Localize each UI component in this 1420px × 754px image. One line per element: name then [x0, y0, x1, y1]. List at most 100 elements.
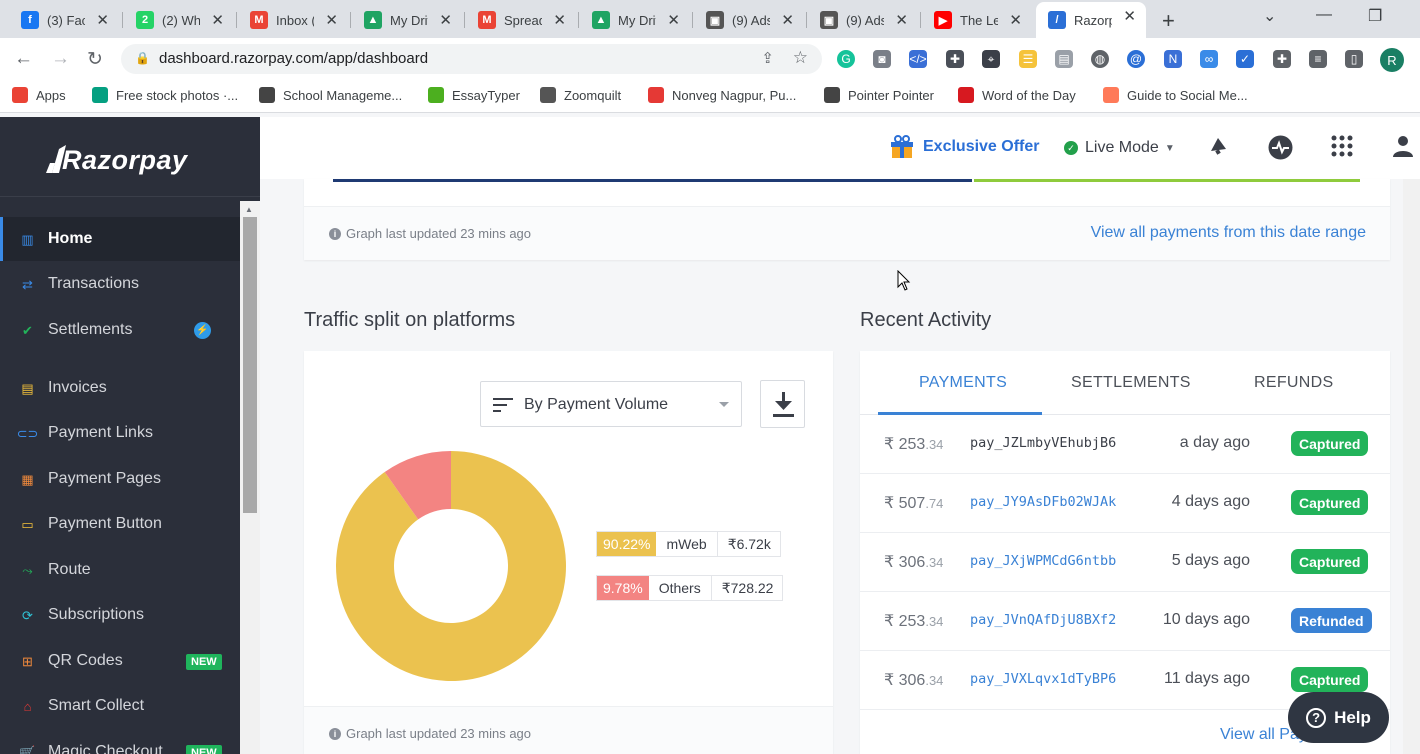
bookmark-item[interactable]: Nonveg Nagpur, Pu... — [648, 87, 796, 103]
announcement-icon[interactable] — [1208, 135, 1230, 163]
bookmark-item[interactable]: Word of the Day — [958, 87, 1076, 103]
close-tab-icon[interactable]: ✕ — [325, 11, 338, 29]
address-bar[interactable]: 🔒 dashboard.razorpay.com/app/dashboard ⇪… — [121, 44, 822, 74]
page-extension-icon[interactable]: ▤ — [1055, 50, 1073, 68]
tab-payments[interactable]: PAYMENTS — [919, 374, 1007, 392]
close-tab-icon[interactable]: ✕ — [781, 11, 794, 29]
extensions-puzzle-icon[interactable]: ✚ — [1273, 50, 1291, 68]
bookmark-item[interactable]: Pointer Pointer — [824, 87, 934, 103]
payment-id[interactable]: pay_JY9AsDFb02WJAk — [970, 494, 1116, 510]
n-extension-icon[interactable]: N — [1164, 50, 1182, 68]
payment-id[interactable]: pay_JZLmbyVEhubjB6 — [970, 435, 1116, 451]
sidebar-scroll-thumb[interactable] — [243, 217, 257, 513]
payment-row[interactable]: ₹ 507.74 pay_JY9AsDFb02WJAk 4 days ago Capt… — [860, 474, 1390, 533]
sidebar-item-invoices[interactable]: ▤ Invoices — [0, 366, 240, 410]
user-icon[interactable] — [1393, 135, 1413, 163]
code-extension-icon[interactable]: </> — [909, 50, 927, 68]
share-icon[interactable]: ⇪ — [761, 49, 774, 67]
browser-tab[interactable]: ▣ (9) Ads ✕ — [808, 6, 918, 34]
close-tab-icon[interactable]: ✕ — [1123, 7, 1136, 25]
sidebar-scrollbar[interactable]: ▲ — [240, 201, 260, 754]
browser-tab[interactable]: / Razorpay ✕ — [1036, 2, 1146, 38]
bookmark-item[interactable]: Free stock photos ·... — [92, 87, 238, 103]
globe-extension-icon[interactable]: ◍ — [1091, 50, 1109, 68]
sidebar-item-smart-collect[interactable]: ⌂ Smart Collect — [0, 684, 240, 728]
browser-tab[interactable]: ▲ My Drive ✕ — [580, 6, 690, 34]
minimize-icon[interactable]: — — [1316, 6, 1332, 24]
download-button[interactable] — [760, 380, 805, 428]
amount-paise: .34 — [925, 614, 944, 629]
sidebar-item-settlements[interactable]: ✔ Settlements ⚡ — [0, 308, 240, 352]
notes-extension-icon[interactable]: ☰ — [1019, 50, 1037, 68]
view-all-payments-link[interactable]: View all payments from this date range — [1091, 224, 1366, 242]
bookmark-star-icon[interactable]: ☆ — [793, 48, 808, 68]
activity-pulse-icon[interactable] — [1268, 135, 1293, 166]
side-panel-icon[interactable]: ▯ — [1345, 50, 1363, 68]
main-scrollbar[interactable] — [1403, 179, 1420, 754]
status-badge: Captured — [1291, 490, 1369, 515]
sidebar-item-magic-checkout[interactable]: 🛒 Magic Checkout NEW — [0, 730, 240, 754]
camera-icon[interactable]: ◙ — [873, 50, 891, 68]
bookmark-item[interactable]: EssayTyper — [428, 87, 520, 103]
browser-tab[interactable]: 2 (2) WhatsApp ✕ — [124, 6, 234, 34]
bookmark-item[interactable]: School Manageme... — [259, 87, 402, 103]
puzzle-extension-icon[interactable]: ✚ — [946, 50, 964, 68]
pin-extension-icon[interactable]: ⌖ — [982, 50, 1000, 68]
close-tab-icon[interactable]: ✕ — [895, 11, 908, 29]
close-tab-icon[interactable]: ✕ — [667, 11, 680, 29]
grammarly-icon[interactable]: G — [837, 50, 855, 68]
forward-icon[interactable]: → — [51, 48, 70, 70]
at-extension-icon[interactable]: @ — [1127, 50, 1145, 68]
home-icon: ▥ — [21, 231, 34, 247]
close-tab-icon[interactable]: ✕ — [96, 11, 109, 29]
link-extension-icon[interactable]: ∞ — [1200, 50, 1218, 68]
live-mode-toggle[interactable]: ✓ Live Mode ▼ — [1064, 139, 1175, 157]
sidebar-item-payment-links[interactable]: ⊂⊃ Payment Links — [0, 411, 240, 455]
sidebar-item-home[interactable]: ▥ Home — [0, 217, 240, 261]
sidebar-item-payment-button[interactable]: ▭ Payment Button — [0, 502, 240, 546]
apps-grid-icon[interactable] — [1331, 135, 1353, 163]
payment-id[interactable]: pay_JXjWPMCdG6ntbb — [970, 553, 1116, 569]
bookmark-item[interactable]: Guide to Social Me... — [1103, 87, 1248, 103]
bookmark-item[interactable]: Apps — [12, 87, 66, 103]
payment-row[interactable]: ₹ 306.34 pay_JXjWPMCdG6ntbb 5 days ago Capt… — [860, 533, 1390, 592]
scroll-up-icon[interactable]: ▲ — [245, 205, 253, 214]
youtube-icon: ▶ — [934, 11, 952, 29]
sidebar-item-route[interactable]: ⤳ Route — [0, 548, 240, 592]
new-tab-icon[interactable]: + — [1162, 8, 1175, 34]
bookmark-item[interactable]: Zoomquilt — [540, 87, 621, 103]
tab-refunds[interactable]: REFUNDS — [1254, 374, 1333, 392]
browser-tab[interactable]: ▣ (9) Ads ✕ — [694, 6, 804, 34]
tab-search-icon[interactable]: ⌄ — [1263, 6, 1276, 26]
close-tab-icon[interactable]: ✕ — [1009, 11, 1022, 29]
exclusive-offer-button[interactable]: Exclusive Offer — [890, 135, 1040, 159]
sidebar-item-subscriptions[interactable]: ⟳ Subscriptions — [0, 593, 240, 637]
close-tab-icon[interactable]: ✕ — [439, 11, 452, 29]
sidebar-item-payment-pages[interactable]: ▦ Payment Pages — [0, 457, 240, 501]
browser-tab[interactable]: ▶ The Le ✕ — [922, 6, 1032, 34]
restore-icon[interactable]: ❐ — [1368, 6, 1382, 26]
payment-row[interactable]: ₹ 253.34 pay_JVnQAfDjU8BXf2 10 days ago Ref… — [860, 592, 1390, 651]
sidebar-item-qr-codes[interactable]: ⊞ QR Codes NEW — [0, 639, 240, 683]
check-extension-icon[interactable]: ✓ — [1236, 50, 1254, 68]
url-text[interactable]: dashboard.razorpay.com/app/dashboard — [159, 50, 428, 67]
tab-settlements[interactable]: SETTLEMENTS — [1071, 374, 1191, 392]
help-button[interactable]: ? Help — [1288, 692, 1389, 743]
payment-id[interactable]: pay_JVnQAfDjU8BXf2 — [970, 612, 1116, 628]
logo-area[interactable]: Razorpay — [0, 117, 260, 197]
profile-avatar[interactable]: R — [1380, 48, 1404, 72]
sidebar-item-transactions[interactable]: ⇄ Transactions — [0, 262, 240, 306]
payment-volume-dropdown[interactable]: By Payment Volume — [480, 381, 742, 427]
close-tab-icon[interactable]: ✕ — [553, 11, 566, 29]
payment-id[interactable]: pay_JVXLqvx1dTyBP6 — [970, 671, 1116, 687]
reading-list-icon[interactable]: ≡ — [1309, 50, 1327, 68]
payment-row[interactable]: ₹ 253.34 pay_JZLmbyVEhubjB6 a day ago Captu… — [860, 415, 1390, 474]
back-icon[interactable]: ← — [14, 48, 33, 70]
browser-tab[interactable]: ▲ My Drive ✕ — [352, 6, 462, 34]
browser-tab[interactable]: f (3) Facebook ✕ — [9, 6, 119, 34]
reload-icon[interactable]: ↻ — [87, 48, 103, 71]
close-tab-icon[interactable]: ✕ — [211, 11, 224, 29]
browser-tab[interactable]: M Spreadsheet ✕ — [466, 6, 576, 34]
live-status-icon: ✓ — [1064, 141, 1078, 155]
browser-tab[interactable]: M Inbox (✕ — [238, 6, 348, 34]
